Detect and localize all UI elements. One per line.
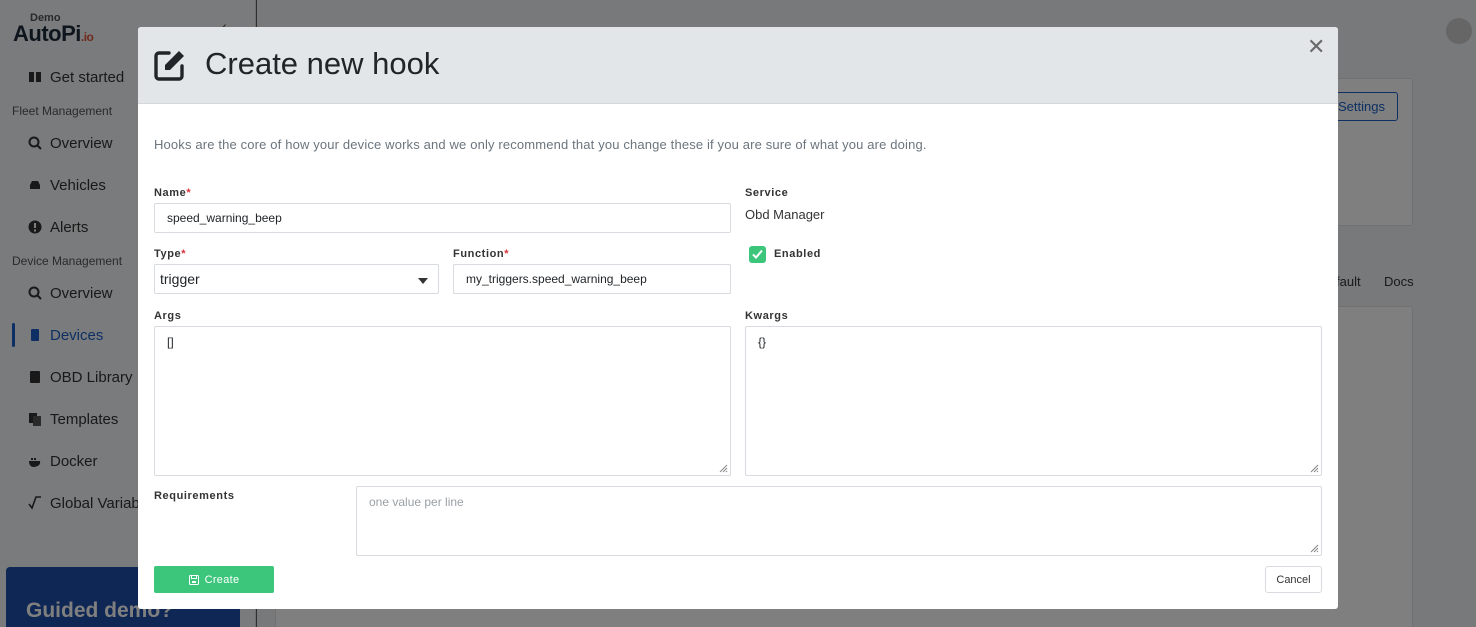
args-label: Args bbox=[154, 310, 182, 322]
resize-handle-icon[interactable] bbox=[1310, 544, 1319, 553]
requirements-label: Requirements bbox=[154, 490, 235, 502]
requirements-textarea[interactable]: one value per line bbox=[356, 486, 1322, 556]
name-label-text: Name bbox=[154, 187, 187, 199]
type-label-text: Type bbox=[154, 248, 182, 260]
create-button-label: Create bbox=[204, 573, 240, 586]
enabled-checkbox[interactable] bbox=[749, 246, 766, 263]
chevron-down-icon bbox=[418, 278, 428, 284]
kwargs-label: Kwargs bbox=[745, 310, 789, 322]
function-label: Function* bbox=[453, 248, 509, 260]
close-icon[interactable]: ✕ bbox=[1307, 36, 1325, 58]
function-field[interactable]: my_triggers.speed_warning_beep bbox=[453, 264, 731, 294]
args-textarea[interactable]: [] bbox=[154, 326, 731, 476]
intro-text: Hooks are the core of how your device wo… bbox=[154, 137, 927, 152]
name-label: Name* bbox=[154, 187, 191, 199]
kwargs-value: {} bbox=[758, 335, 767, 349]
type-select[interactable]: trigger bbox=[154, 264, 439, 294]
checkmark-icon bbox=[752, 249, 763, 259]
create-button[interactable]: Create bbox=[154, 566, 274, 593]
args-value: [] bbox=[167, 335, 174, 349]
resize-handle-icon[interactable] bbox=[1310, 464, 1319, 473]
type-label: Type* bbox=[154, 248, 186, 260]
service-label: Service bbox=[745, 187, 789, 199]
resize-handle-icon[interactable] bbox=[719, 464, 728, 473]
cancel-button[interactable]: Cancel bbox=[1265, 566, 1322, 593]
kwargs-textarea[interactable]: {} bbox=[745, 326, 1322, 476]
edit-icon bbox=[153, 48, 187, 82]
service-value: Obd Manager bbox=[745, 207, 825, 222]
function-label-text: Function bbox=[453, 248, 505, 260]
type-select-value: trigger bbox=[160, 271, 200, 287]
requirements-placeholder: one value per line bbox=[369, 495, 464, 509]
enabled-label: Enabled bbox=[774, 248, 821, 260]
modal-header: Create new hook ✕ bbox=[138, 27, 1338, 104]
required-marker: * bbox=[504, 248, 510, 260]
create-hook-modal: Create new hook ✕ Hooks are the core of … bbox=[138, 27, 1338, 609]
required-marker: * bbox=[181, 248, 187, 260]
required-marker: * bbox=[186, 187, 192, 199]
modal-title: Create new hook bbox=[205, 46, 440, 81]
save-icon bbox=[188, 574, 199, 585]
name-field[interactable]: speed_warning_beep bbox=[154, 203, 731, 233]
